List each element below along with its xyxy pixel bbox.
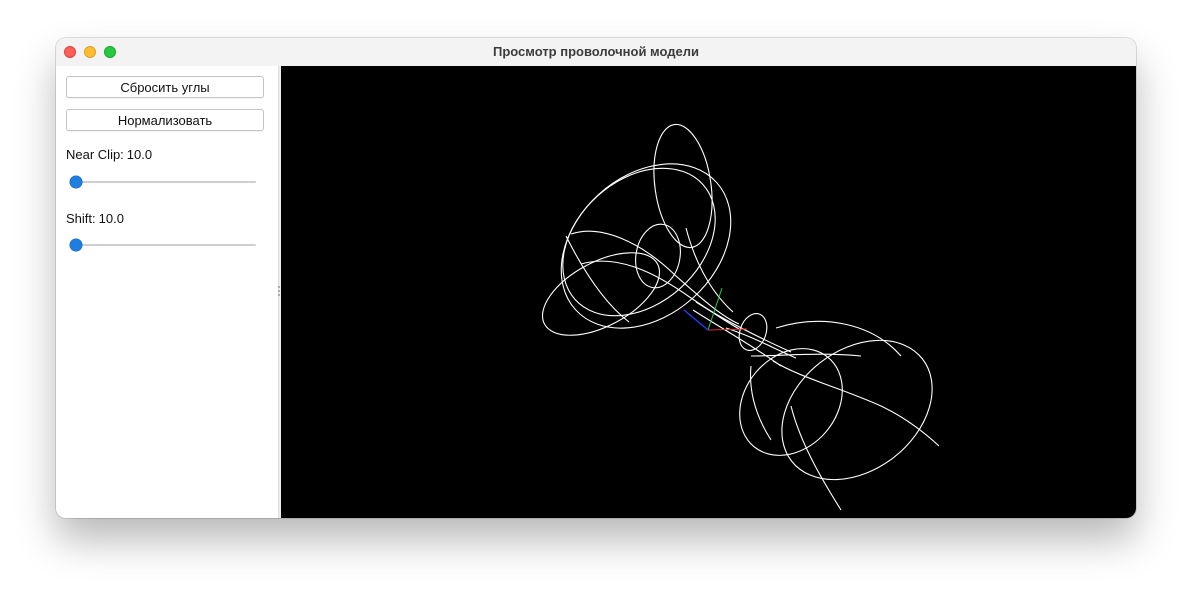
- near-clip-row: Near Clip: 10.0: [66, 147, 152, 162]
- near-clip-slider-thumb[interactable]: [70, 176, 82, 188]
- near-clip-value: 10.0: [126, 147, 153, 162]
- normalize-button[interactable]: Нормализовать: [66, 109, 264, 131]
- shift-value: 10.0: [98, 211, 124, 226]
- reset-angles-button[interactable]: Сбросить углы: [66, 76, 264, 98]
- near-clip-slider[interactable]: [70, 175, 256, 189]
- shift-slider[interactable]: [70, 238, 256, 252]
- x-axis-line: [707, 328, 748, 331]
- wire-curve: [695, 301, 792, 353]
- near-clip-slider-track[interactable]: [70, 181, 256, 183]
- wire-ellipse: [781, 339, 933, 481]
- app-window: Просмотр проволочной модели Сбросить угл…: [56, 38, 1136, 518]
- shift-slider-thumb[interactable]: [70, 239, 82, 251]
- wire-curve: [750, 365, 772, 441]
- wire-curve: [772, 360, 940, 447]
- wire-ellipse: [739, 348, 843, 456]
- wire-curve: [750, 353, 862, 357]
- control-panel: Сбросить углы Нормализовать Near Clip: 10…: [56, 66, 278, 518]
- near-clip-label: Near Clip:: [66, 147, 124, 162]
- window-title: Просмотр проволочной модели: [492, 44, 700, 59]
- shift-row: Shift: 10.0: [66, 211, 124, 226]
- wireframe-viewport[interactable]: [281, 66, 1136, 518]
- wireframe-canvas[interactable]: [281, 66, 1136, 518]
- z-axis-line: [683, 309, 709, 331]
- wire-ellipse: [653, 123, 713, 249]
- wireframe-model: [541, 123, 940, 511]
- wire-curve: [725, 327, 797, 359]
- shift-slider-track[interactable]: [70, 244, 256, 246]
- shift-label: Shift:: [66, 211, 96, 226]
- wire-ellipse: [560, 163, 732, 329]
- wire-curve: [570, 230, 740, 325]
- wire-curve: [692, 309, 782, 367]
- title-bar: Просмотр проволочной модели: [56, 38, 1136, 67]
